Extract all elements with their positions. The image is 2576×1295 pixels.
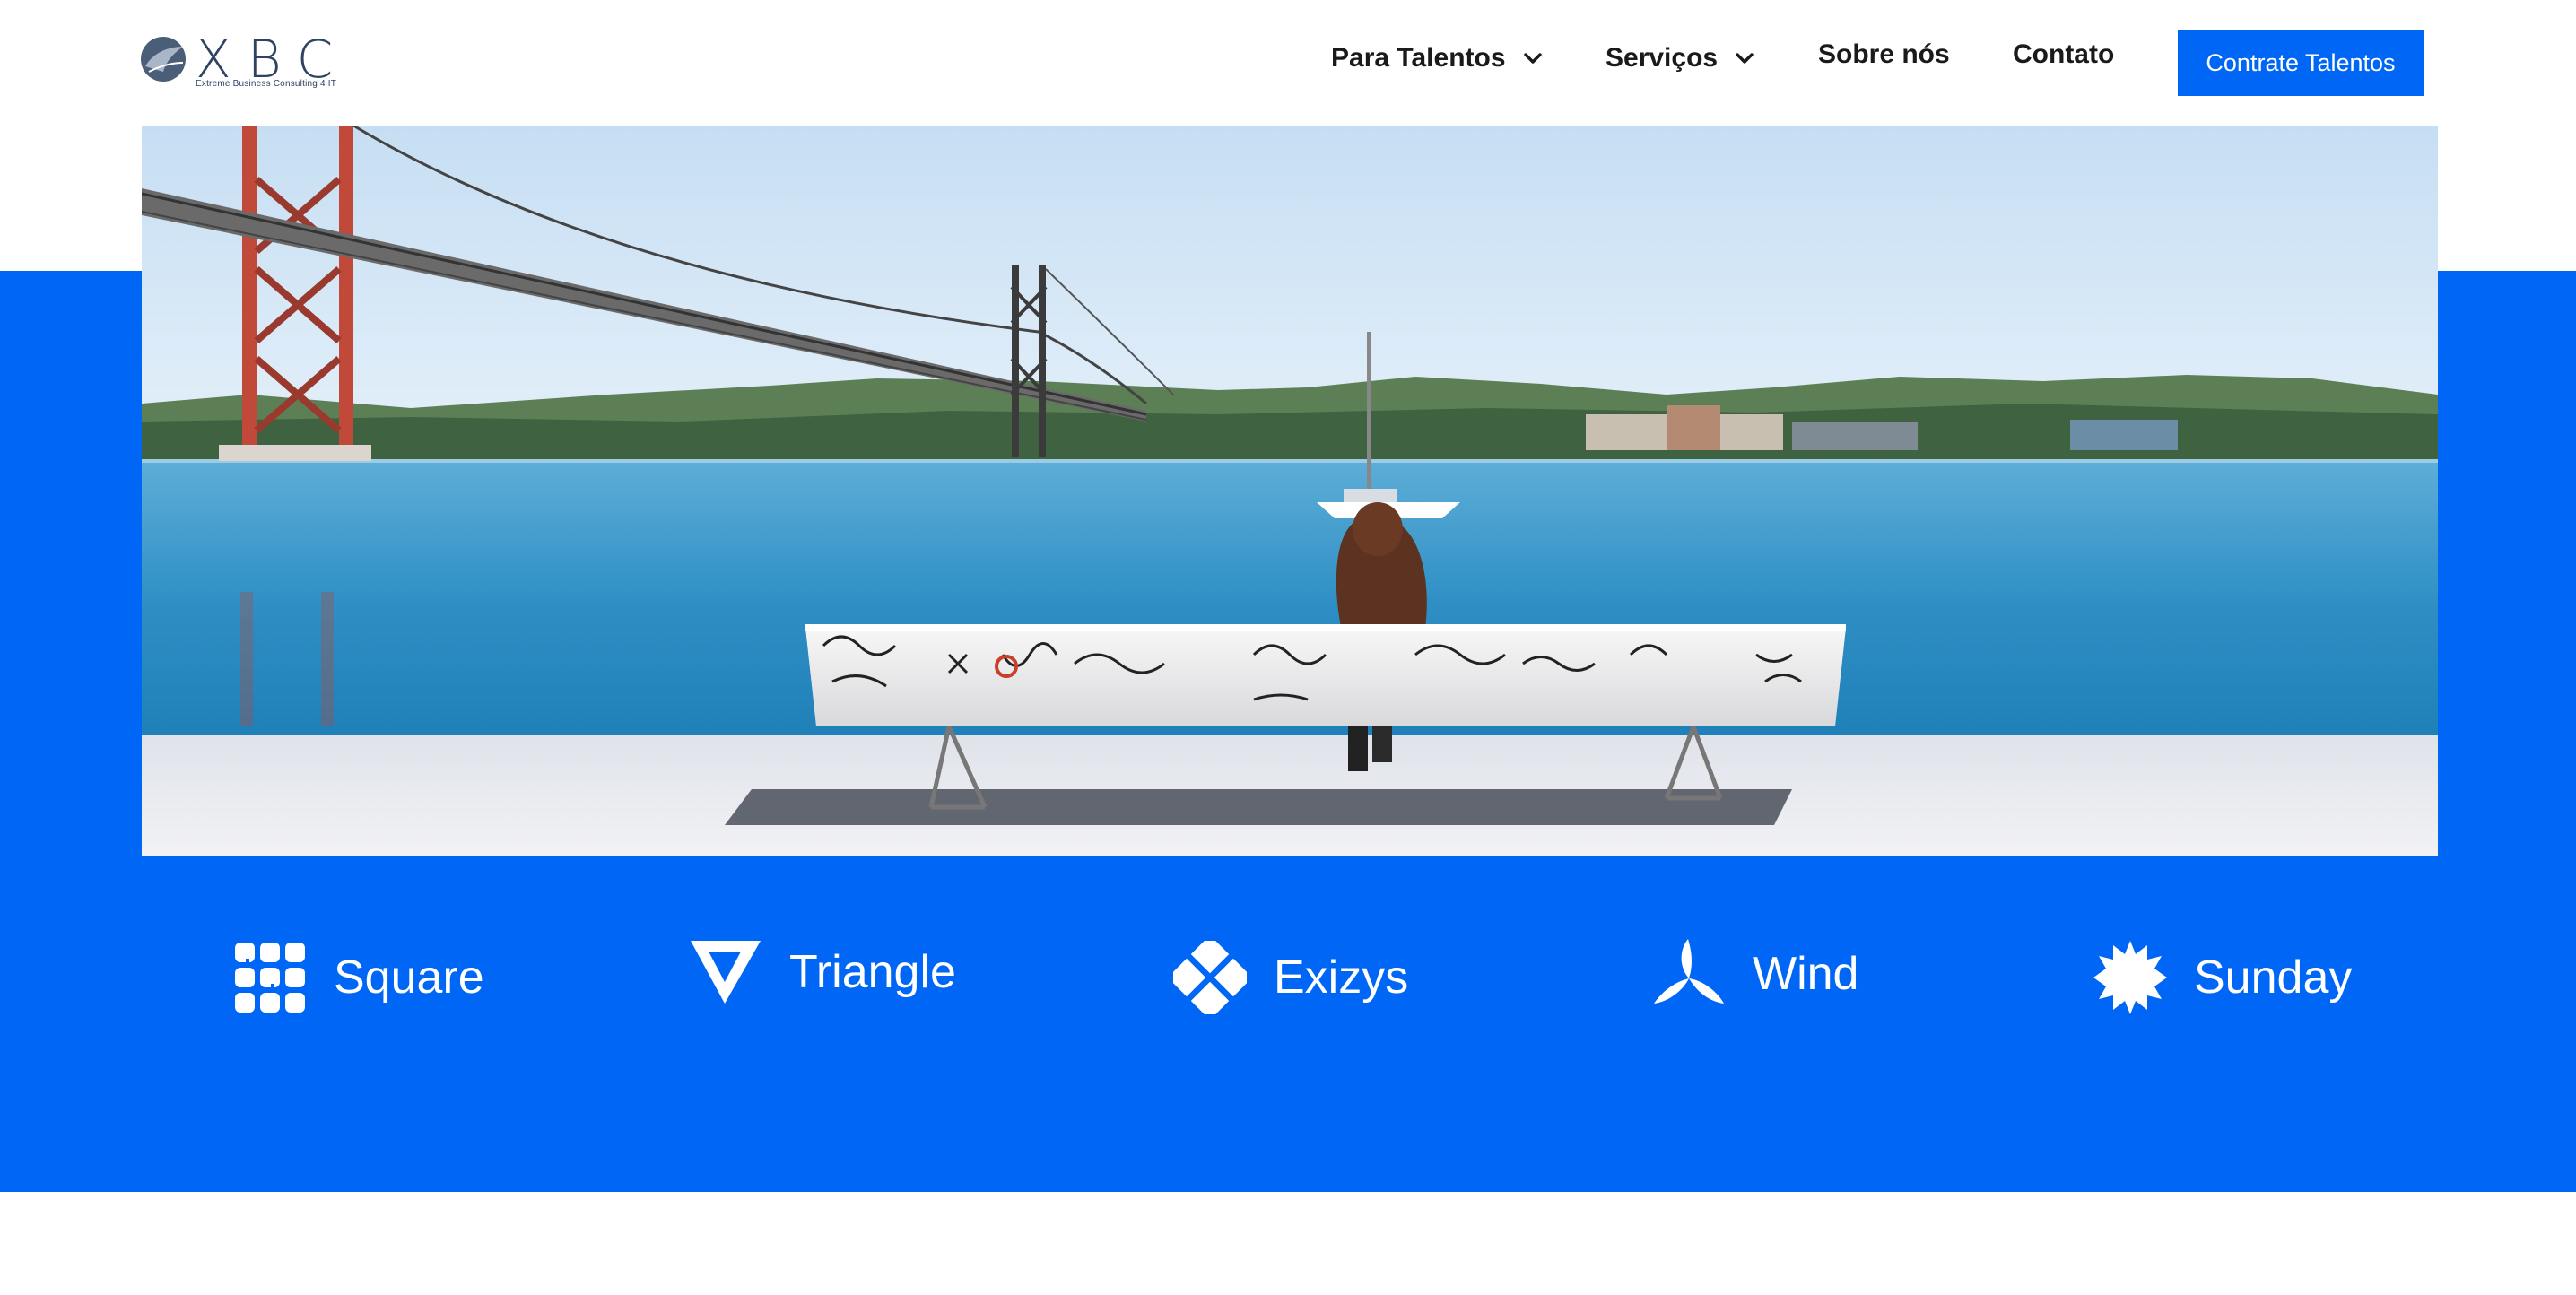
contrate-talentos-button[interactable]: Contrate Talentos	[2178, 30, 2424, 96]
chevron-down-icon	[1736, 53, 1754, 64]
brand-name: Wind	[1753, 948, 1859, 1000]
logo-globe-icon	[141, 37, 186, 82]
cross-diamond-icon	[1173, 941, 1247, 1014]
nav-label: Serviços	[1606, 43, 1719, 73]
nav-contato[interactable]: Contato	[2013, 32, 2114, 77]
grid-square-icon	[235, 943, 305, 1013]
hero-image	[142, 126, 2438, 856]
site-header: XBC Extreme Business Consulting 4 IT Par…	[0, 0, 2576, 126]
brand-name: Square	[334, 952, 484, 1004]
hero-photo-illustration	[142, 126, 2438, 856]
chevron-down-icon	[1523, 53, 1542, 64]
nav-sobre-nos[interactable]: Sobre nós	[1818, 32, 1950, 77]
brand-name: Sunday	[2194, 952, 2353, 1004]
triangle-check-icon	[691, 941, 761, 1004]
starburst-icon	[2093, 941, 2167, 1014]
nav-label: Para Talentos	[1331, 43, 1506, 73]
wind-turbine-icon	[1654, 939, 1724, 1004]
brand-square: Square	[233, 933, 484, 1022]
nav-label: Contato	[2013, 39, 2115, 69]
nav-label: Sobre nós	[1818, 39, 1950, 69]
brand-triangle: Triangle	[689, 927, 956, 1017]
page: XBC Extreme Business Consulting 4 IT Par…	[0, 0, 2576, 1295]
brand-exizys: Exizys	[1173, 933, 1408, 1022]
site-logo[interactable]: XBC Extreme Business Consulting 4 IT	[140, 32, 346, 95]
brand-name: Exizys	[1274, 952, 1409, 1004]
brand-name: Triangle	[789, 946, 956, 998]
nav-servicos[interactable]: Serviços	[1606, 36, 1755, 81]
logo-wordmark: XBC	[196, 29, 350, 90]
brand-sunday: Sunday	[2093, 933, 2352, 1022]
logo-tagline: Extreme Business Consulting 4 IT	[196, 79, 337, 89]
brand-wind: Wind	[1652, 929, 1858, 1019]
nav-para-talentos[interactable]: Para Talentos	[1331, 36, 1544, 81]
